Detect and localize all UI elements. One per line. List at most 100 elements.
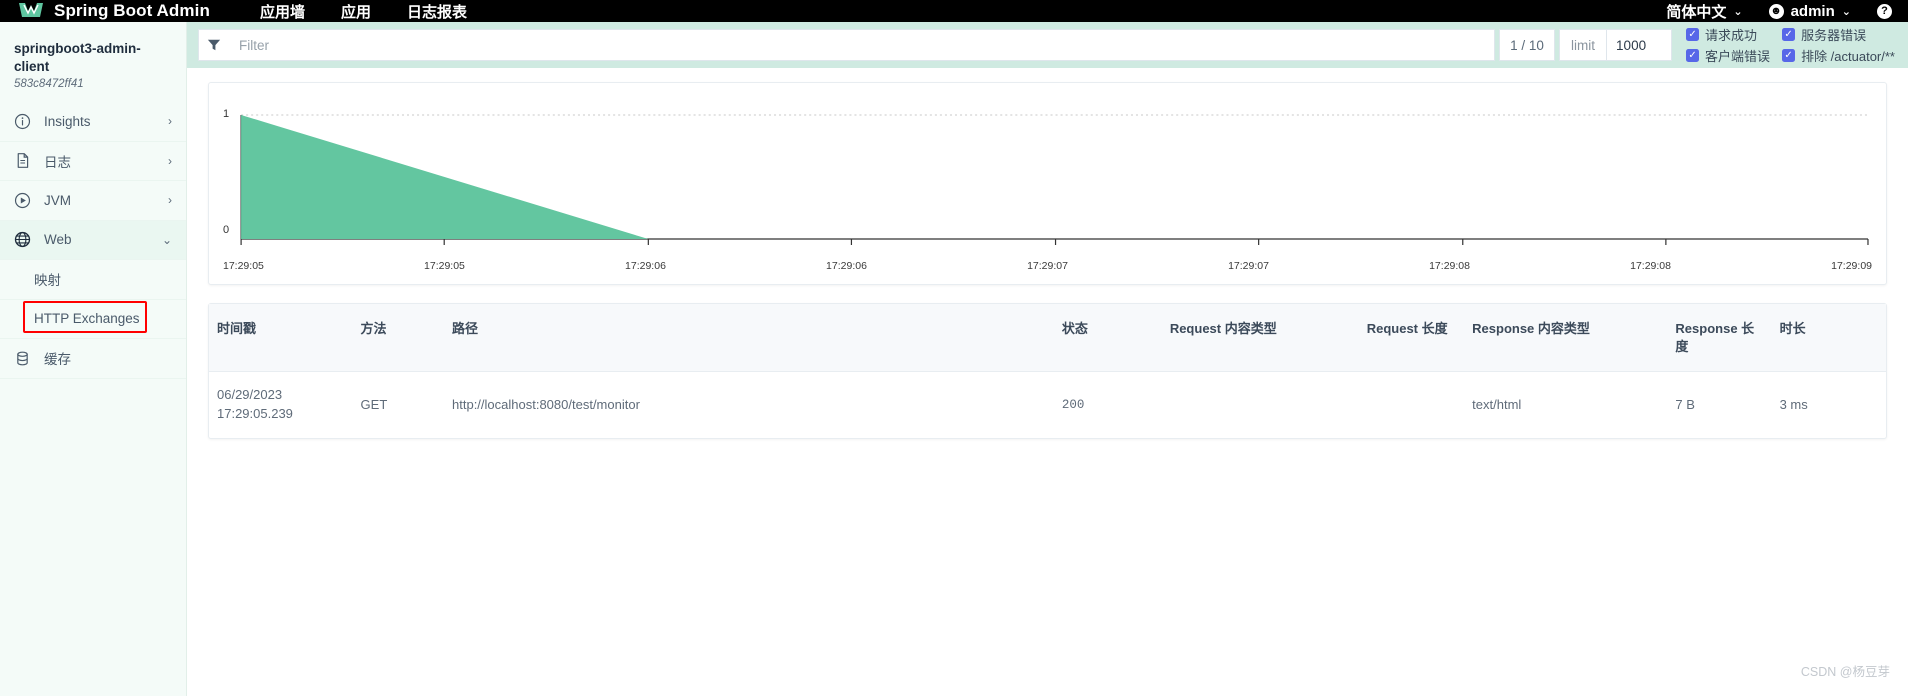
checkbox-label-request-success: 请求成功 xyxy=(1705,28,1758,43)
table-body: 06/29/2023 17:29:05.239 GET http://local… xyxy=(209,372,1886,438)
checkbox-label-client-error: 客户端错误 xyxy=(1705,49,1771,64)
x-tick-4: 17:29:07 xyxy=(1027,260,1068,272)
x-tick-6: 17:29:08 xyxy=(1429,260,1470,272)
app-root: Spring Boot Admin 应用墙 应用 日志报表 简体中文 ⌄ ☻ a… xyxy=(0,0,1908,696)
x-tick-1: 17:29:05 xyxy=(424,260,465,272)
area-series-requests xyxy=(241,115,649,239)
x-axis-ticks xyxy=(240,239,1869,245)
exchanges-area-chart: 1 0 xyxy=(223,99,1872,257)
info-circle-icon xyxy=(14,113,35,130)
sidebar-app-header: springboot3-admin-client 583c8472ff41 xyxy=(0,22,186,102)
check-icon-request-success: ✓ xyxy=(1686,28,1700,41)
cell-timestamp-time: 17:29:05.239 xyxy=(217,405,293,421)
nav-link-application-wall[interactable]: 应用墙 xyxy=(260,1,305,22)
col-header-request-content-type[interactable]: Request 内容类型 xyxy=(1162,304,1359,372)
x-tick-3: 17:29:06 xyxy=(826,260,867,272)
sidebar-item-logs[interactable]: 日志 › xyxy=(0,142,186,182)
sidebar-app-name: springboot3-admin-client xyxy=(14,41,141,74)
col-header-duration[interactable]: 时长 xyxy=(1772,304,1886,372)
x-axis-tick-labels: 17:29:05 17:29:05 17:29:06 17:29:06 17:2… xyxy=(223,260,1872,272)
x-tick-8: 17:29:09 xyxy=(1831,260,1872,272)
chart-card: 1 0 17:29:05 17:29:05 17:29:06 17:29:06 … xyxy=(208,82,1887,285)
x-tick-2: 17:29:06 xyxy=(625,260,666,272)
http-exchanges-table: 时间戳 方法 路径 状态 Request 内容类型 Request 长度 Res… xyxy=(209,304,1886,438)
globe-icon xyxy=(14,231,35,248)
sidebar-subitem-label-mappings: 映射 xyxy=(34,273,61,289)
table-header-row: 时间戳 方法 路径 状态 Request 内容类型 Request 长度 Res… xyxy=(209,304,1886,372)
nav-link-applications[interactable]: 应用 xyxy=(341,1,371,22)
col-header-method[interactable]: 方法 xyxy=(353,304,444,372)
user-menu[interactable]: ☻ admin ⌄ xyxy=(1768,2,1851,20)
sidebar-subitem-http-exchanges[interactable]: HTTP Exchanges xyxy=(0,299,186,340)
document-icon xyxy=(14,152,35,169)
col-header-request-length[interactable]: Request 长度 xyxy=(1359,304,1464,372)
y-axis-tick-max: 1 xyxy=(223,108,230,120)
user-avatar-icon: ☻ xyxy=(1768,3,1784,19)
cell-method: GET xyxy=(360,396,388,412)
x-tick-7: 17:29:08 xyxy=(1630,260,1671,272)
col-header-path[interactable]: 路径 xyxy=(444,304,1054,372)
cell-response-length: 7 B xyxy=(1675,396,1695,412)
check-icon-client-error: ✓ xyxy=(1686,49,1700,62)
nav-link-log-report[interactable]: 日志报表 xyxy=(407,1,467,22)
page-indicator: 1 / 10 xyxy=(1499,29,1556,61)
checkbox-label-exclude-actuator: 排除 /actuator/** xyxy=(1801,49,1895,64)
cell-request-content-type xyxy=(1162,372,1359,438)
col-header-response-content-type[interactable]: Response 内容类型 xyxy=(1464,304,1667,372)
sidebar-subitem-label-http-exchanges: HTTP Exchanges xyxy=(34,311,140,327)
language-selector[interactable]: 简体中文 ⌄ xyxy=(1666,1,1742,22)
play-circle-icon xyxy=(14,192,35,209)
funnel-icon[interactable] xyxy=(198,29,228,61)
chart-svg xyxy=(240,114,1869,245)
table-head: 时间戳 方法 路径 状态 Request 内容类型 Request 长度 Res… xyxy=(209,304,1886,372)
col-header-timestamp[interactable]: 时间戳 xyxy=(209,304,353,372)
sidebar-item-label-cache: 缓存 xyxy=(44,352,71,368)
checkbox-label-server-error: 服务器错误 xyxy=(1801,28,1867,43)
cell-duration: 3 ms xyxy=(1779,396,1808,412)
brand-name: Spring Boot Admin xyxy=(54,1,210,20)
sidebar-item-cache[interactable]: 缓存 xyxy=(0,339,186,379)
chevron-right-icon-insights: › xyxy=(168,114,172,129)
limit-input[interactable] xyxy=(1606,29,1673,61)
checkbox-client-error[interactable]: ✓ 客户端错误 xyxy=(1686,46,1770,65)
sidebar: springboot3-admin-client 583c8472ff41 In… xyxy=(0,22,187,696)
table-row[interactable]: 06/29/2023 17:29:05.239 GET http://local… xyxy=(209,372,1886,438)
http-exchanges-table-card: 时间戳 方法 路径 状态 Request 内容类型 Request 长度 Res… xyxy=(208,303,1887,439)
sidebar-item-insights[interactable]: Insights › xyxy=(0,102,186,142)
cell-path: http://localhost:8080/test/monitor xyxy=(452,396,640,412)
sidebar-item-label-insights: Insights xyxy=(44,113,91,129)
sidebar-item-label-logs: 日志 xyxy=(44,154,71,170)
checkbox-exclude-actuator[interactable]: ✓ 排除 /actuator/** xyxy=(1782,46,1895,65)
cell-response-content-type: text/html xyxy=(1472,396,1522,412)
filter-input[interactable] xyxy=(228,29,1496,61)
chevron-right-icon-logs: › xyxy=(168,153,172,168)
nav-right-group: 简体中文 ⌄ ☻ admin ⌄ ? xyxy=(1666,1,1892,22)
language-label: 简体中文 xyxy=(1666,3,1727,21)
spring-boot-admin-logo-icon xyxy=(18,2,44,20)
check-icon-exclude-actuator: ✓ xyxy=(1782,49,1796,62)
user-name: admin xyxy=(1790,2,1835,20)
chevron-down-icon-user: ⌄ xyxy=(1841,5,1851,18)
sidebar-item-web[interactable]: Web ⌄ xyxy=(0,220,186,261)
sidebar-item-jvm[interactable]: JVM › xyxy=(0,181,186,221)
cell-status: 200 xyxy=(1061,397,1085,412)
chevron-down-icon-web: ⌄ xyxy=(161,232,172,247)
database-icon xyxy=(14,350,35,367)
checkbox-server-error[interactable]: ✓ 服务器错误 xyxy=(1782,25,1895,44)
checkbox-request-success[interactable]: ✓ 请求成功 xyxy=(1686,25,1770,44)
limit-label: limit xyxy=(1559,29,1607,61)
check-icon-server-error: ✓ xyxy=(1782,28,1796,41)
chevron-down-icon: ⌄ xyxy=(1733,5,1743,18)
cell-timestamp-date: 06/29/2023 xyxy=(217,387,283,403)
nav-links: 应用墙 应用 日志报表 xyxy=(260,1,467,22)
chevron-right-icon-jvm: › xyxy=(168,193,172,208)
sidebar-app-id: 583c8472ff41 xyxy=(14,78,84,91)
col-header-response-length[interactable]: Response 长度 xyxy=(1667,304,1771,372)
help-icon[interactable]: ? xyxy=(1877,3,1892,19)
filter-toolbar: 1 / 10 limit ✓ 请求成功 ✓ 服务器错误 ✓ 客户端错误 ✓ xyxy=(187,22,1908,68)
cell-timestamp: 06/29/2023 17:29:05.239 xyxy=(209,372,353,438)
sidebar-subitem-mappings[interactable]: 映射 xyxy=(0,260,186,300)
col-header-status[interactable]: 状态 xyxy=(1054,304,1162,372)
brand[interactable]: Spring Boot Admin xyxy=(18,1,210,21)
x-tick-5: 17:29:07 xyxy=(1228,260,1269,272)
